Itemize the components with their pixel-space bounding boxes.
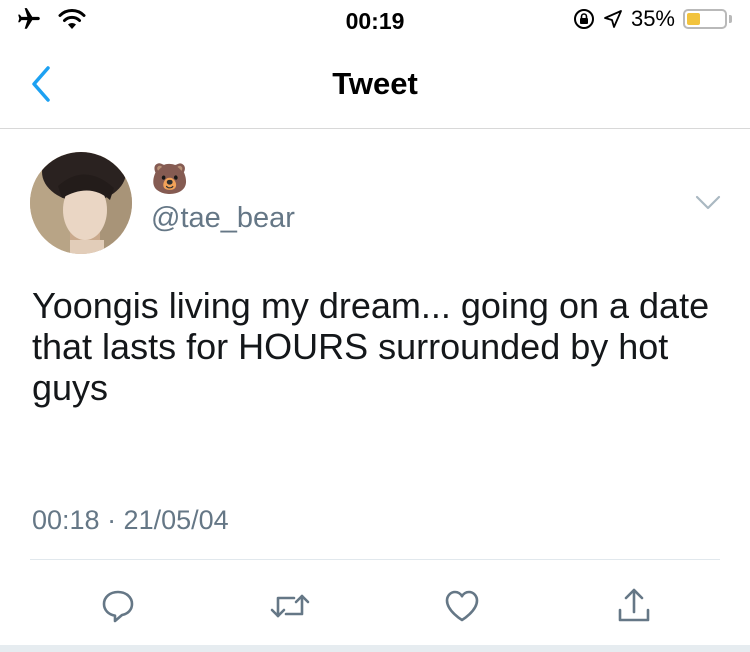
like-icon	[445, 590, 479, 622]
retweet-button[interactable]	[268, 584, 312, 628]
location-icon	[604, 10, 622, 28]
bottom-divider	[0, 645, 750, 652]
share-button[interactable]	[612, 584, 656, 628]
share-icon	[618, 588, 650, 622]
rotation-lock-icon	[573, 9, 594, 29]
user-handle[interactable]: @tae_bear	[151, 202, 295, 235]
avatar-image	[30, 152, 132, 254]
like-button[interactable]	[440, 584, 484, 628]
avatar[interactable]	[30, 152, 132, 254]
page-title: Tweet	[332, 66, 418, 101]
battery-icon	[683, 9, 727, 29]
reply-button[interactable]	[96, 584, 140, 628]
status-bar: 00:19 35%	[0, 0, 750, 40]
battery-percent: 35%	[630, 6, 675, 31]
battery-tip	[729, 15, 732, 23]
battery-level	[687, 13, 700, 25]
tweet-timestamp[interactable]: 00:18 · 21/05/04	[32, 505, 229, 536]
nav-header: Tweet	[0, 40, 750, 129]
tweet-text: Yoongis living my dream... going on a da…	[32, 285, 710, 408]
chevron-down-icon[interactable]	[694, 194, 722, 212]
retweet-icon	[270, 594, 310, 618]
status-right: 35%	[573, 6, 732, 32]
display-name[interactable]: 🐻	[151, 163, 188, 197]
reply-icon	[102, 590, 134, 623]
divider	[30, 559, 720, 560]
tweet-actions	[0, 578, 750, 628]
